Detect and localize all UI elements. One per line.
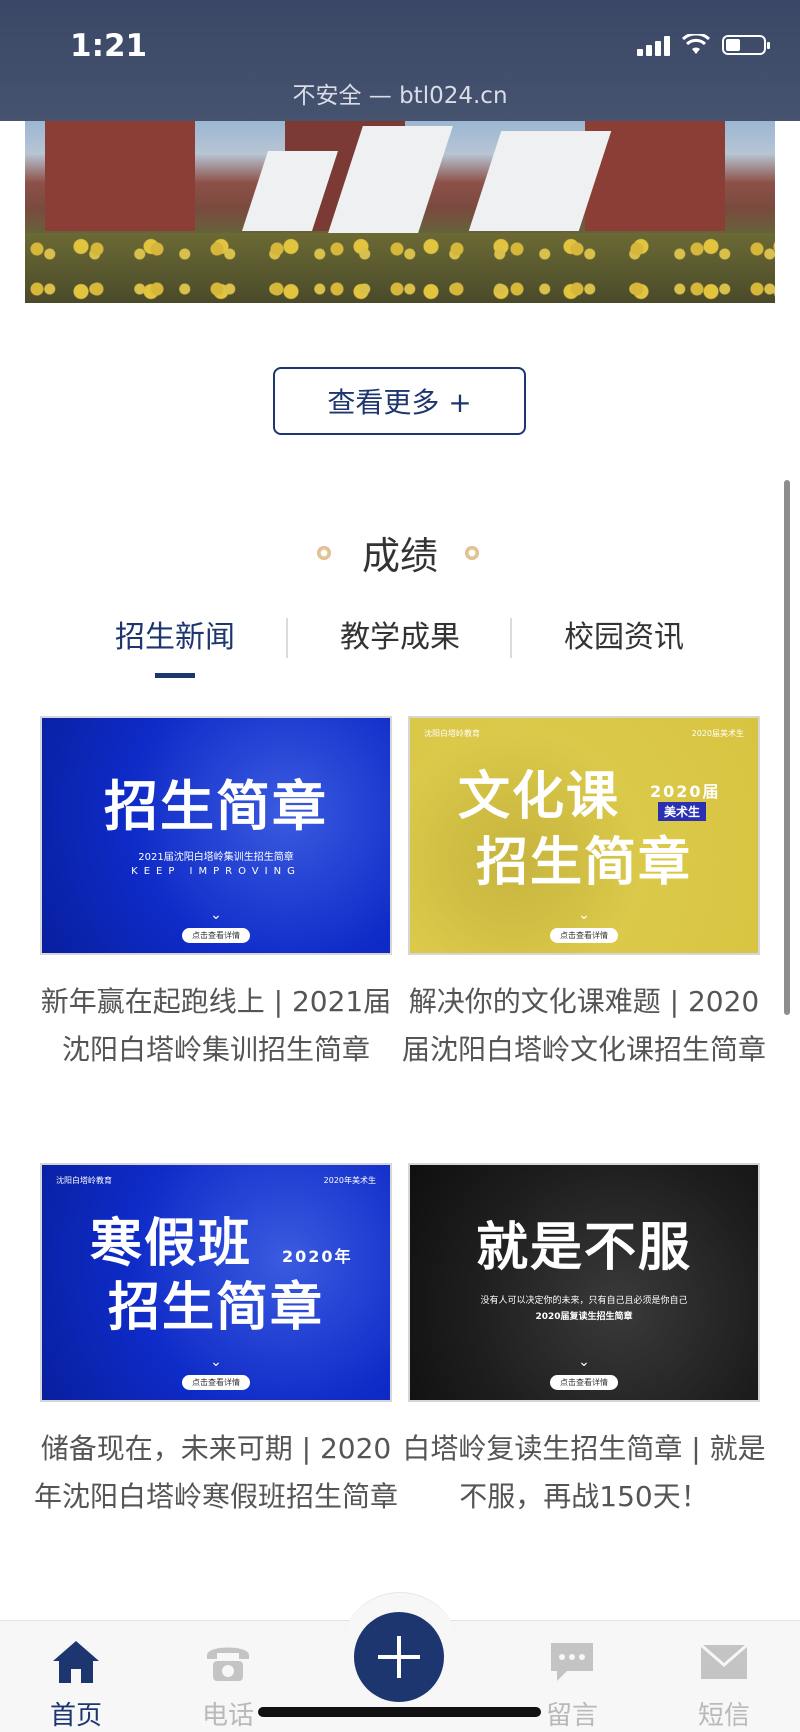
poster-badge: 美术生 xyxy=(658,802,707,821)
poster-brand: 沈阳白塔岭教育 xyxy=(424,729,480,738)
chevron-down-icon: ⌄ xyxy=(578,907,590,923)
chevron-down-icon: ⌄ xyxy=(210,1354,222,1370)
poster-slogan: KEEP IMPROVING xyxy=(131,866,301,877)
poster-year: 2020届 xyxy=(650,782,721,801)
battery-icon xyxy=(722,35,770,55)
chevron-down-icon: ⌄ xyxy=(210,907,222,923)
message-icon xyxy=(551,1643,593,1681)
poster-image[interactable]: 招生简章 2021届沈阳白塔岭集训生招生简章 KEEP IMPROVING ⌄ … xyxy=(40,716,392,955)
title-dot-right xyxy=(465,546,479,560)
poster-year: 2020年 xyxy=(282,1247,353,1266)
scrollbar[interactable] xyxy=(784,480,790,1015)
view-more-button[interactable]: 查看更多 + xyxy=(273,367,526,435)
poster-subtitle: 2021届沈阳白塔岭集训生招生简章 xyxy=(138,852,294,863)
campus-photo xyxy=(25,121,775,303)
status-time: 1:21 xyxy=(70,28,148,64)
status-icons xyxy=(637,34,770,56)
poster-image[interactable]: 就是不服 没有人可以决定你的未来，只有自己且必须是你自己 2020届复读生招生简… xyxy=(408,1163,760,1402)
news-caption[interactable]: 新年赢在起跑线上 | 2021届沈阳白塔岭集训招生简章 xyxy=(30,978,402,1074)
news-caption[interactable]: 解决你的文化课难题 | 2020届沈阳白塔岭文化课招生简章 xyxy=(398,978,770,1074)
plus-icon xyxy=(378,1636,420,1678)
tab-campus-info[interactable]: 校园资讯 xyxy=(511,612,737,656)
add-button[interactable] xyxy=(354,1612,444,1702)
tab-teaching-results[interactable]: 教学成果 xyxy=(287,612,513,656)
tab-admission-news[interactable]: 招生新闻 xyxy=(62,612,288,656)
phone-icon xyxy=(207,1647,249,1681)
poster-brand-right: 2020年美术生 xyxy=(323,1176,376,1185)
address-bar-url[interactable]: 不安全 — btl024.cn xyxy=(0,76,800,110)
wifi-icon xyxy=(682,34,710,54)
home-icon xyxy=(53,1641,99,1683)
news-caption[interactable]: 白塔岭复读生招生简章 | 就是不服，再战150天！ xyxy=(398,1425,770,1521)
nav-home-label: 首页 xyxy=(49,1701,102,1731)
poster-title: 就是不服 xyxy=(475,1218,692,1278)
nav-sms[interactable]: 短信 xyxy=(664,1639,784,1732)
poster-detail-pill: 点击查看详情 xyxy=(182,1375,250,1390)
signal-icon xyxy=(637,34,670,56)
browser-top-bar: 1:21 不安全 — btl024.cn xyxy=(0,0,800,121)
category-tabs: 招生新闻 教学成果 校园资讯 xyxy=(0,612,800,672)
home-indicator[interactable] xyxy=(258,1707,541,1717)
mail-icon xyxy=(700,1643,748,1679)
chevron-down-icon: ⌄ xyxy=(578,1354,590,1370)
poster-title-line2: 招生简章 xyxy=(475,833,692,893)
poster-detail-pill: 点击查看详情 xyxy=(550,928,618,943)
poster-detail-pill: 点击查看详情 xyxy=(550,1375,618,1390)
poster-brand-right: 2020届美术生 xyxy=(691,729,744,738)
poster-detail-pill: 点击查看详情 xyxy=(182,928,250,943)
section-title: 成绩 xyxy=(361,534,438,578)
nav-phone[interactable]: 电话 xyxy=(168,1639,288,1732)
news-caption[interactable]: 储备现在，未来可期 | 2020年沈阳白塔岭寒假班招生简章 xyxy=(30,1425,402,1521)
poster-slogan: 2020届复读生招生简章 xyxy=(535,1312,633,1322)
nav-message[interactable]: 留言 xyxy=(512,1639,632,1732)
nav-sms-label: 短信 xyxy=(697,1701,750,1731)
poster-brand: 沈阳白塔岭教育 xyxy=(56,1176,112,1185)
poster-subtitle: 没有人可以决定你的未来，只有自己且必须是你自己 xyxy=(480,1296,688,1306)
nav-home[interactable]: 首页 xyxy=(16,1639,136,1732)
active-tab-indicator xyxy=(155,673,195,678)
poster-image[interactable]: 沈阳白塔岭教育 2020届美术生 文化课 2020届 美术生 招生简章 ⌄ 点击… xyxy=(408,716,760,955)
poster-title-line2: 招生简章 xyxy=(107,1278,324,1338)
poster-title: 招生简章 xyxy=(104,775,328,838)
poster-image[interactable]: 沈阳白塔岭教育 2020年美术生 寒假班 2020年 招生简章 ⌄ 点击查看详情 xyxy=(40,1163,392,1402)
